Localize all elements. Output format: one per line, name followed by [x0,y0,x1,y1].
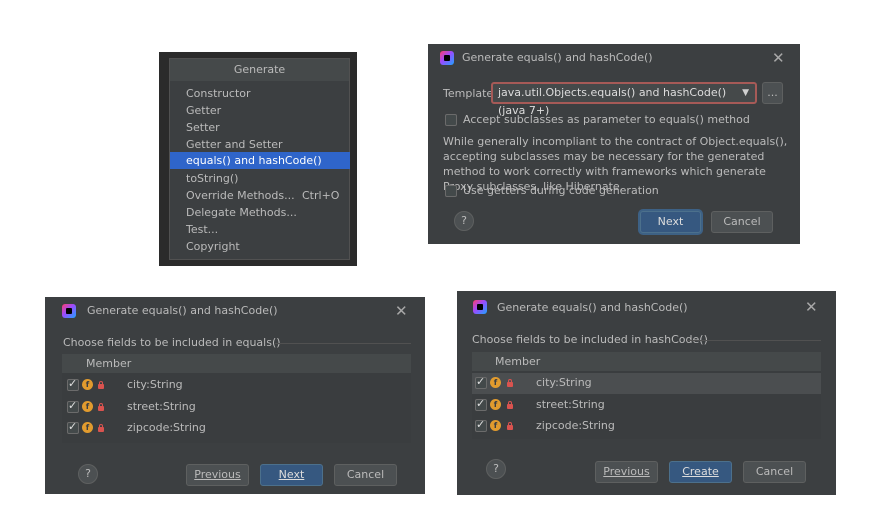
choose-fields-label: Choose fields to be included in hashCode… [472,333,708,346]
hashcode-fields-dialog: Generate equals() and hashCode() ✕ Choos… [457,291,836,495]
field-name: zipcode:String [127,421,206,434]
field-checkbox[interactable] [67,420,79,434]
menu-item-constructor[interactable]: Constructor [170,85,350,102]
field-name: street:String [536,398,605,411]
next-button[interactable]: Next [260,464,323,486]
cancel-button[interactable]: Cancel [711,211,773,233]
field-name: city:String [536,376,592,389]
member-column-header: Member [495,355,541,368]
intellij-logo-icon [473,300,487,314]
menu-item-equals-hashcode[interactable]: equals() and hashCode() [170,152,350,169]
generate-menu-panel: Generate Constructor Getter Setter Gette… [159,52,357,266]
generate-menu: Generate Constructor Getter Setter Gette… [169,58,350,260]
table-row[interactable]: f city:String [472,373,821,394]
menu-item-copyright[interactable]: Copyright [170,238,350,255]
next-button[interactable]: Next [640,211,701,233]
use-getters-checkbox[interactable] [445,185,457,197]
table-row[interactable]: f zipcode:String [62,417,411,438]
close-icon[interactable]: ✕ [395,304,408,319]
previous-button[interactable]: Previous [595,461,658,483]
field-icon: f [490,420,501,431]
field-name: zipcode:String [536,419,615,432]
field-checkbox[interactable] [67,377,79,391]
menu-item-tostring[interactable]: toString() [170,170,350,187]
fields-table: Member f city:String f street:String f z… [472,352,821,439]
table-header: Member [62,354,411,373]
menu-item-override-methods[interactable]: Override Methods... Ctrl+O [170,187,350,204]
field-icon: f [82,401,93,412]
dialog-title: Generate equals() and hashCode() [497,301,688,314]
cancel-button[interactable]: Cancel [334,464,397,486]
menu-item-getter-and-setter[interactable]: Getter and Setter [170,136,350,153]
fields-table: Member f city:String f street:String f z… [62,354,411,443]
separator [275,343,411,344]
help-button[interactable]: ? [454,211,474,231]
field-checkbox[interactable] [475,418,487,432]
help-button[interactable]: ? [78,464,98,484]
separator [687,340,821,341]
create-button[interactable]: Create [669,461,732,483]
dialog-title: Generate equals() and hashCode() [462,51,653,64]
table-header: Member [472,352,821,371]
accept-subclasses-label: Accept subclasses as parameter to equals… [463,113,750,126]
menu-item-test[interactable]: Test... [170,221,350,238]
lock-icon [98,403,104,411]
member-column-header: Member [86,357,132,370]
table-row[interactable]: f zipcode:String [472,415,821,436]
template-label: Template: [443,87,497,100]
use-getters-label: Use getters during code generation [463,184,659,197]
field-icon: f [82,379,93,390]
generate-menu-title: Generate [233,63,286,76]
close-icon[interactable]: ✕ [805,300,818,315]
intellij-logo-icon [62,304,76,318]
table-row[interactable]: f city:String [62,375,411,396]
field-icon: f [82,422,93,433]
menu-item-setter[interactable]: Setter [170,119,350,136]
field-checkbox[interactable] [475,375,487,389]
field-icon: f [490,377,501,388]
lock-icon [507,401,513,409]
menu-item-getter[interactable]: Getter [170,102,350,119]
equals-fields-dialog: Generate equals() and hashCode() ✕ Choos… [45,297,425,494]
lock-icon [98,381,104,389]
menu-item-delegate-methods[interactable]: Delegate Methods... [170,204,350,221]
choose-fields-label: Choose fields to be included in equals() [63,336,281,349]
field-icon: f [490,399,501,410]
lock-icon [98,424,104,432]
dialog-title: Generate equals() and hashCode() [87,304,278,317]
table-row[interactable]: f street:String [62,396,411,417]
field-name: city:String [127,378,183,391]
help-button[interactable]: ? [486,459,506,479]
override-shortcut: Ctrl+O [302,189,340,202]
previous-button[interactable]: Previous [186,464,249,486]
cancel-button[interactable]: Cancel [743,461,806,483]
close-icon[interactable]: ✕ [772,51,785,66]
template-dialog: Generate equals() and hashCode() ✕ Templ… [428,44,800,244]
intellij-logo-icon [440,51,454,65]
field-checkbox[interactable] [67,399,79,413]
table-row[interactable]: f street:String [472,394,821,415]
field-checkbox[interactable] [475,397,487,411]
template-dropdown[interactable]: java.util.Objects.equals() and hashCode(… [491,82,757,117]
field-name: street:String [127,400,196,413]
lock-icon [507,422,513,430]
lock-icon [507,379,513,387]
accept-subclasses-checkbox[interactable] [445,114,457,126]
generate-menu-header: Generate [170,59,349,81]
template-more-button[interactable]: ... [762,82,783,104]
chevron-down-icon: ▼ [742,88,749,98]
